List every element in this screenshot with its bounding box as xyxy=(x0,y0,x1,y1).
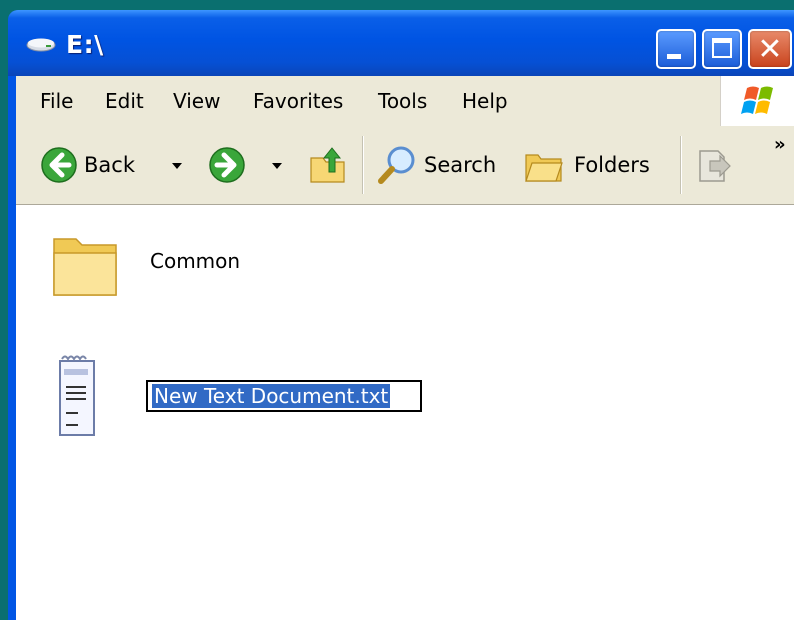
menu-tools[interactable]: Tools xyxy=(378,76,427,126)
menu-file[interactable]: File xyxy=(40,76,73,126)
minimize-icon xyxy=(667,54,681,59)
forward-dropdown-icon[interactable] xyxy=(272,163,282,169)
menu-bar: File Edit View Favorites Tools Help xyxy=(16,76,794,127)
toolbar-separator xyxy=(680,136,682,194)
title-bar[interactable]: E:\ ✕ xyxy=(8,10,794,76)
forward-arrow-icon xyxy=(209,147,245,183)
back-label: Back xyxy=(84,153,135,177)
forward-button[interactable] xyxy=(208,126,246,204)
drive-icon xyxy=(26,38,56,52)
windows-flag-icon xyxy=(741,86,773,114)
search-button[interactable]: Search xyxy=(376,126,496,204)
window-title: E:\ xyxy=(66,30,104,59)
search-icon xyxy=(378,146,415,184)
back-arrow-icon xyxy=(41,147,77,183)
up-folder-button[interactable] xyxy=(308,126,348,204)
menu-favorites[interactable]: Favorites xyxy=(253,76,343,126)
toolbar: Back Search Folders » xyxy=(16,126,794,205)
up-folder-icon xyxy=(310,147,345,183)
rename-field[interactable]: New Text Document.txt xyxy=(146,380,422,412)
folders-icon xyxy=(525,154,563,182)
file-name: Common xyxy=(150,249,241,273)
file-list: Common New Text Document.txt xyxy=(16,205,794,620)
move-to-button[interactable] xyxy=(696,126,732,204)
selected-filename[interactable]: New Text Document.txt xyxy=(152,384,391,408)
window-body: File Edit View Favorites Tools Help Back… xyxy=(16,76,794,620)
close-icon: ✕ xyxy=(757,32,783,67)
menu-help[interactable]: Help xyxy=(462,76,508,126)
maximize-button[interactable] xyxy=(702,29,742,69)
maximize-icon xyxy=(712,38,732,58)
folders-label: Folders xyxy=(574,153,650,177)
explorer-window: E:\ ✕ File Edit View Favorites Tools Hel… xyxy=(8,10,794,620)
search-label: Search xyxy=(424,153,497,177)
toolbar-separator xyxy=(362,136,364,194)
window-frame xyxy=(8,76,16,620)
text-document-icon xyxy=(59,355,95,436)
menu-view[interactable]: View xyxy=(173,76,220,126)
folders-button[interactable]: Folders xyxy=(524,126,650,204)
minimize-button[interactable] xyxy=(656,29,696,69)
folder-icon xyxy=(53,238,117,296)
back-dropdown-icon[interactable] xyxy=(172,163,182,169)
windows-logo xyxy=(720,76,794,126)
toolbar-overflow-icon[interactable]: » xyxy=(774,134,786,155)
back-button[interactable]: Back xyxy=(40,126,135,204)
close-button[interactable]: ✕ xyxy=(748,29,792,69)
menu-edit[interactable]: Edit xyxy=(105,76,144,126)
move-to-icon xyxy=(699,150,731,182)
